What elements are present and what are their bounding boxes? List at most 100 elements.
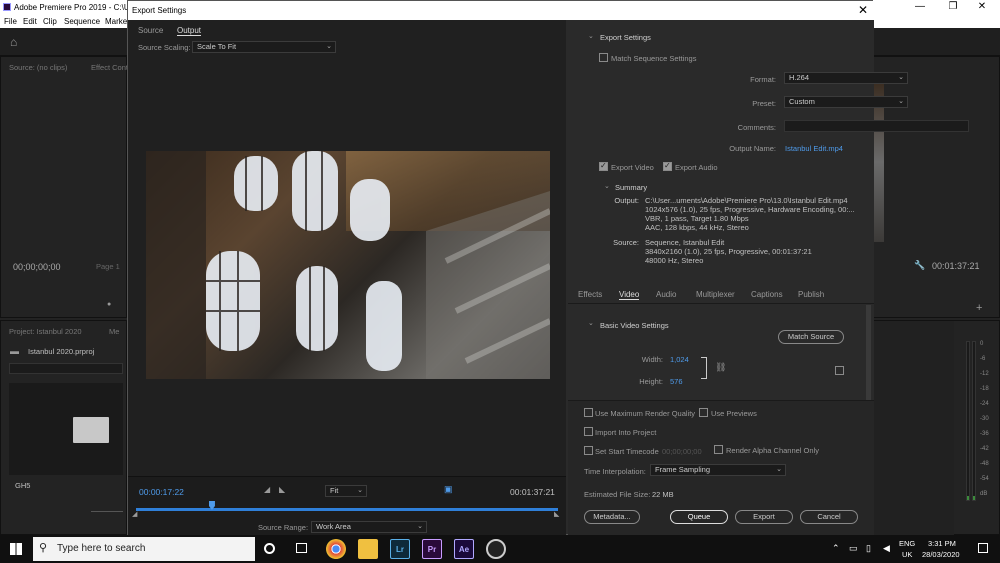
preview-pane: Source Output Source Scaling: Scale To F… [128, 20, 566, 536]
chevron-down-icon: ⌄ [898, 74, 904, 81]
output-name-label: Output Name: [729, 144, 776, 153]
source-range-label: Source Range: [258, 523, 309, 532]
project-panel: Project: Istanbul 2020 Me ▬ Istanbul 202… [0, 320, 127, 535]
clock-time[interactable]: 3:31 PM [928, 539, 956, 548]
media-browser-tab[interactable]: Me [109, 327, 119, 336]
match-sequence-checkbox[interactable] [599, 53, 608, 62]
current-timecode[interactable]: 00:00:17:22 [139, 487, 184, 497]
network-icon[interactable]: ▭ [849, 543, 858, 554]
source-scaling-label: Source Scaling: [138, 43, 191, 52]
premiere-title: Adobe Premiere Pro 2019 - C:\Us [14, 3, 134, 12]
file-explorer-icon[interactable] [358, 539, 378, 559]
tab-output[interactable]: Output [177, 26, 202, 36]
work-area-end-icon[interactable]: ◣ [554, 510, 559, 518]
tab-publish[interactable]: Publish [798, 290, 824, 299]
mark-out-icon[interactable]: ◣ [279, 485, 285, 494]
menu-file[interactable]: File [4, 17, 17, 26]
notification-icon[interactable] [978, 543, 988, 553]
import-project-checkbox[interactable] [584, 427, 593, 436]
unlink-icon[interactable]: ⛓ [715, 362, 726, 373]
match-source-button[interactable]: Match Source [778, 330, 844, 344]
cortana-icon[interactable] [264, 543, 275, 554]
aspect-ratio-icon[interactable]: ▣ [444, 484, 453, 495]
work-area-start-icon[interactable]: ◢ [132, 510, 137, 518]
source-scaling-dropdown[interactable]: Scale To Fit ⌄ [192, 41, 336, 53]
close-window-icon[interactable]: ✕ [962, 0, 1000, 15]
volume-icon[interactable]: ◀ [883, 543, 890, 554]
chrome-icon[interactable] [326, 539, 346, 559]
collapse-chevron-icon[interactable]: ⌄ [588, 319, 594, 327]
meter-scale-label: 0 [980, 341, 984, 347]
home-icon[interactable]: ⌂ [10, 35, 17, 49]
lightroom-icon[interactable]: Lr [390, 539, 410, 559]
effect-controls-tab[interactable]: Effect Contr [91, 63, 130, 72]
meter-scale-label: -18 [980, 386, 989, 392]
metadata-button[interactable]: Metadata... [584, 510, 640, 524]
after-effects-icon[interactable]: Ae [454, 539, 474, 559]
use-previews-checkbox[interactable] [699, 408, 708, 417]
zoom-value: Fit [330, 486, 339, 495]
summary-output-line: C:\User...uments\Adobe\Premiere Pro\13.0… [645, 196, 848, 205]
chevron-down-icon: ⌄ [357, 487, 363, 494]
menu-sequence[interactable]: Sequence [64, 17, 100, 26]
video-option-checkbox[interactable] [835, 366, 844, 375]
height-value[interactable]: 576 [670, 377, 683, 386]
windows-start-icon[interactable] [10, 543, 22, 555]
tab-video[interactable]: Video [619, 290, 640, 300]
width-value[interactable]: 1,024 [670, 355, 689, 364]
clock-date[interactable]: 28/03/2020 [922, 550, 960, 559]
comments-input[interactable] [784, 120, 969, 132]
taskbar-search-box[interactable]: ⚲ Type here to search [33, 537, 255, 561]
render-alpha-checkbox[interactable] [714, 445, 723, 454]
close-icon[interactable]: ✕ [858, 3, 868, 17]
meter-scale-label: -54 [980, 476, 989, 482]
export-button[interactable]: Export [735, 510, 793, 524]
zoom-dropdown[interactable]: Fit ⌄ [325, 485, 367, 497]
project-tab[interactable]: Project: Istanbul 2020 [9, 327, 82, 336]
meter-scale-label: -36 [980, 431, 989, 437]
bin-thumbnail[interactable] [9, 383, 123, 475]
end-timecode: 00:01:37:21 [510, 487, 555, 497]
language-top[interactable]: ENG [899, 539, 915, 548]
language-bottom[interactable]: UK [902, 550, 912, 559]
tab-audio[interactable]: Audio [656, 290, 676, 299]
audio-meter-panel: 0 -6 -12 -18 -24 -30 -36 -42 -48 -54 dB [873, 320, 1000, 536]
preset-dropdown[interactable]: Custom ⌄ [784, 96, 908, 108]
collapse-chevron-icon[interactable]: ⌄ [588, 32, 594, 40]
source-panel-tab[interactable]: Source: (no clips) [9, 63, 67, 72]
marker-icon[interactable]: ● [107, 301, 111, 308]
wrench-icon[interactable]: 🔧 [914, 260, 925, 271]
start-timecode-checkbox[interactable] [584, 446, 593, 455]
tab-multiplexer[interactable]: Multiplexer [696, 290, 735, 299]
time-interp-dropdown[interactable]: Frame Sampling ⌄ [650, 464, 786, 476]
max-render-checkbox[interactable] [584, 408, 593, 417]
chevron-up-icon[interactable]: ⌃ [832, 543, 840, 554]
summary-chevron-icon[interactable]: ⌄ [604, 182, 610, 190]
menu-edit[interactable]: Edit [23, 17, 37, 26]
export-video-checkbox[interactable] [599, 161, 608, 171]
export-audio-checkbox[interactable] [663, 161, 672, 171]
project-search-field[interactable] [9, 363, 123, 374]
menu-clip[interactable]: Clip [43, 17, 57, 26]
menu-markers[interactable]: Marke [105, 17, 127, 26]
search-icon: ⚲ [39, 542, 48, 554]
cancel-button[interactable]: Cancel [800, 510, 858, 524]
zoom-slider[interactable] [91, 511, 123, 512]
timeline-track[interactable] [136, 508, 558, 511]
tab-effects[interactable]: Effects [578, 290, 602, 299]
battery-icon[interactable]: ▯ [866, 543, 871, 554]
tab-captions[interactable]: Captions [751, 290, 783, 299]
mark-in-icon[interactable]: ◢ [264, 485, 270, 494]
source-range-dropdown[interactable]: Work Area ⌄ [311, 521, 427, 533]
app-icon[interactable] [486, 539, 506, 559]
format-dropdown[interactable]: H.264 ⌄ [784, 72, 908, 84]
tab-source[interactable]: Source [138, 26, 163, 35]
premiere-icon[interactable]: Pr [422, 539, 442, 559]
timeline-strip [874, 321, 954, 536]
settings-scrollbar[interactable] [866, 305, 871, 400]
task-view-icon[interactable] [296, 543, 307, 553]
output-name-link[interactable]: Istanbul Edit.mp4 [785, 144, 843, 153]
queue-button[interactable]: Queue [670, 510, 728, 524]
start-timecode-label: Set Start Timecode [595, 447, 659, 456]
add-button-icon[interactable]: + [976, 302, 982, 314]
